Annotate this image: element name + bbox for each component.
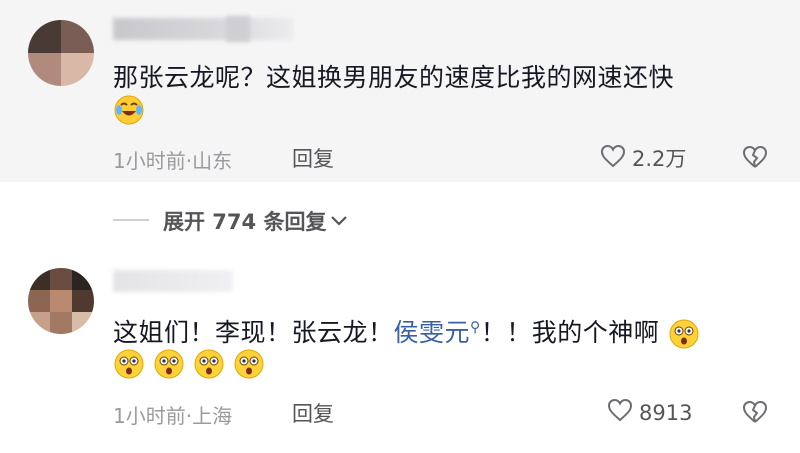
username[interactable] — [113, 270, 233, 292]
mention-link[interactable]: 侯雯元 — [394, 318, 471, 347]
avatar[interactable] — [28, 268, 94, 334]
like-count: 2.2万 — [632, 147, 687, 171]
comment-text: 那张云龙呢？这姐换男朋友的速度比我的网速还快 — [113, 58, 674, 94]
like-button[interactable]: 8913 — [607, 398, 692, 427]
comment-location: 上海 — [192, 404, 233, 428]
avatar[interactable] — [28, 20, 94, 86]
crying-laughing-emoji — [113, 94, 145, 126]
expand-replies-label: 展开 774 条回复 — [163, 210, 327, 234]
heart-icon — [600, 144, 626, 173]
dislike-button[interactable] — [742, 400, 768, 428]
comment-location: 山东 — [192, 149, 233, 173]
like-count: 8913 — [639, 400, 693, 425]
surprised-emoji — [193, 348, 225, 380]
broken-heart-icon — [742, 400, 768, 428]
dislike-button[interactable] — [742, 145, 768, 173]
like-button[interactable]: 2.2万 — [600, 143, 686, 173]
username-badge — [226, 16, 250, 42]
comment-text: 这姐们！李现！张云龙！侯雯元⚲！！我的个神啊 — [113, 313, 700, 350]
reply-button[interactable]: 回复 — [292, 143, 334, 173]
expand-replies-button[interactable]: 展开 774 条回复 — [163, 206, 348, 236]
comment-time: 1小时前 — [113, 404, 186, 428]
broken-heart-icon — [742, 145, 768, 173]
comment-text-part: 这姐们！李现！张云龙！ — [113, 318, 394, 347]
surprised-emoji — [233, 348, 265, 380]
surprised-emoji — [113, 348, 145, 380]
comment-text-part: ！！我的个神啊 — [480, 318, 660, 347]
heart-icon — [607, 398, 633, 427]
comment-meta: 1小时前·山东 — [113, 145, 232, 174]
surprised-emoji — [668, 318, 700, 350]
chevron-down-icon — [330, 209, 348, 233]
expand-divider — [113, 219, 149, 221]
comment-time: 1小时前 — [113, 149, 186, 173]
surprised-emoji — [153, 348, 185, 380]
username[interactable] — [113, 18, 293, 40]
comment-text-content: 那张云龙呢？这姐换男朋友的速度比我的网速还快 — [113, 63, 675, 92]
reply-button[interactable]: 回复 — [292, 398, 334, 428]
comment-meta: 1小时前·上海 — [113, 400, 232, 429]
search-icon[interactable]: ⚲ — [470, 320, 481, 336]
